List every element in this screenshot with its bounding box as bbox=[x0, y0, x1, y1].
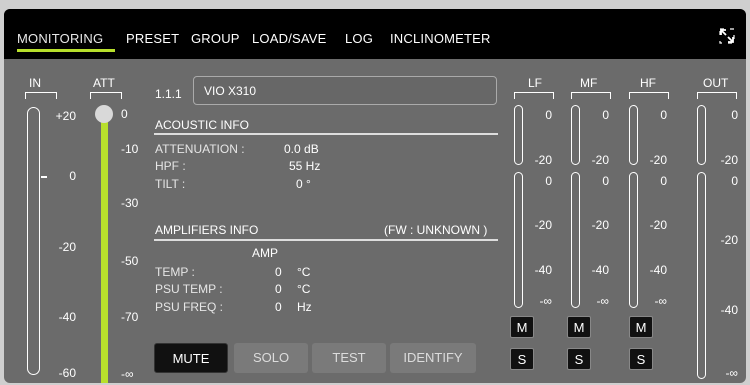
out-level-meter bbox=[697, 172, 706, 379]
out-tick: -20 bbox=[720, 233, 738, 247]
test-button[interactable]: TEST bbox=[312, 343, 386, 373]
in-tick: 0 bbox=[69, 169, 76, 183]
acoustic-divider bbox=[154, 133, 498, 135]
lf-tick: -∞ bbox=[539, 294, 552, 308]
mf-tick: -∞ bbox=[596, 294, 609, 308]
temp-value: 0 bbox=[275, 265, 282, 279]
tab-load-save[interactable]: LOAD/SAVE bbox=[252, 31, 327, 46]
in-tick: -40 bbox=[58, 310, 76, 324]
hf-tick: -∞ bbox=[654, 294, 667, 308]
psu-freq-label: PSU FREQ : bbox=[155, 300, 224, 314]
mf-tick: 0 bbox=[602, 108, 609, 122]
hf-tick: 0 bbox=[660, 174, 667, 188]
monitoring-window: MONITORING PRESET GROUP LOAD/SAVE LOG IN… bbox=[4, 9, 746, 383]
psu-temp-label: PSU TEMP : bbox=[155, 282, 223, 296]
out-tick: 0 bbox=[731, 174, 738, 188]
solo-button[interactable]: SOLO bbox=[234, 343, 308, 373]
tab-inclinometer[interactable]: INCLINOMETER bbox=[390, 31, 491, 46]
mf-tick: -40 bbox=[591, 263, 609, 277]
mf-label: MF bbox=[580, 76, 598, 90]
att-bracket bbox=[90, 92, 122, 99]
lf-tick: -20 bbox=[534, 153, 552, 167]
mf-output-meter bbox=[571, 172, 580, 308]
hf-solo-button[interactable]: S bbox=[629, 348, 653, 370]
expand-icon[interactable] bbox=[718, 27, 736, 45]
tab-log[interactable]: LOG bbox=[345, 31, 373, 46]
attenuation-label: ATTENUATION : bbox=[155, 142, 245, 156]
out-tick: -20 bbox=[720, 153, 738, 167]
tilt-value: 0 ° bbox=[296, 177, 311, 191]
hf-tick: -40 bbox=[649, 263, 667, 277]
lf-output-meter bbox=[514, 172, 523, 308]
lf-solo-button[interactable]: S bbox=[510, 348, 534, 370]
lf-tick: -40 bbox=[534, 263, 552, 277]
out-input-meter bbox=[697, 105, 706, 165]
in-tick: +20 bbox=[55, 109, 76, 123]
in-level-meter bbox=[27, 107, 40, 375]
psu-freq-unit: Hz bbox=[297, 300, 312, 314]
att-label: ATT bbox=[93, 76, 115, 90]
hf-tick: -20 bbox=[649, 218, 667, 232]
in-tick: -20 bbox=[58, 240, 76, 254]
att-tick: -50 bbox=[121, 254, 139, 268]
tab-group[interactable]: GROUP bbox=[191, 31, 240, 46]
tab-preset[interactable]: PRESET bbox=[126, 31, 179, 46]
att-tick: 0 bbox=[121, 107, 128, 121]
amplifiers-info-title: AMPLIFIERS INFO bbox=[155, 223, 259, 237]
mf-bracket bbox=[571, 92, 611, 99]
top-tab-bar: MONITORING PRESET GROUP LOAD/SAVE LOG IN… bbox=[4, 9, 746, 59]
mute-button[interactable]: MUTE bbox=[154, 343, 228, 373]
out-meter-label: OUT bbox=[703, 76, 729, 90]
mf-solo-button[interactable]: S bbox=[567, 348, 591, 370]
att-tick: -∞ bbox=[121, 367, 134, 381]
att-slider-handle[interactable] bbox=[95, 105, 113, 123]
att-tick: -30 bbox=[121, 196, 139, 210]
speaker-id: 1.1.1 bbox=[155, 87, 182, 101]
active-tab-indicator bbox=[17, 49, 115, 52]
psu-freq-value: 0 bbox=[275, 300, 282, 314]
tilt-label: TILT : bbox=[155, 177, 186, 191]
mf-tick: 0 bbox=[602, 174, 609, 188]
identify-button[interactable]: IDENTIFY bbox=[390, 343, 476, 373]
speaker-name-field[interactable]: VIO X310 bbox=[193, 76, 497, 105]
amp-column-header: AMP bbox=[252, 246, 279, 260]
lf-tick: 0 bbox=[545, 108, 552, 122]
lf-tick: 0 bbox=[545, 174, 552, 188]
hf-tick: -20 bbox=[649, 153, 667, 167]
out-tick: 0 bbox=[731, 108, 738, 122]
tab-monitoring[interactable]: MONITORING bbox=[17, 31, 103, 46]
att-tick: -70 bbox=[121, 310, 139, 324]
in-bracket bbox=[25, 92, 57, 99]
in-tick: -60 bbox=[58, 366, 76, 380]
out-tick: -40 bbox=[720, 303, 738, 317]
speaker-name: VIO X310 bbox=[204, 84, 257, 98]
mf-tick: -20 bbox=[591, 153, 609, 167]
att-slider-track[interactable] bbox=[101, 117, 108, 383]
firmware-status: (FW : UNKNOWN ) bbox=[384, 223, 488, 237]
psu-temp-unit: °C bbox=[297, 282, 311, 296]
temp-unit: °C bbox=[297, 265, 311, 279]
mf-tick: -20 bbox=[591, 218, 609, 232]
in-meter-label: IN bbox=[29, 76, 41, 90]
hpf-value: 55 Hz bbox=[289, 159, 321, 173]
out-tick: -∞ bbox=[725, 366, 738, 380]
hf-bracket bbox=[629, 92, 669, 99]
hf-mute-button[interactable]: M bbox=[629, 316, 653, 338]
hpf-label: HPF : bbox=[155, 159, 186, 173]
temp-label: TEMP : bbox=[155, 265, 195, 279]
hf-label: HF bbox=[640, 76, 656, 90]
attenuation-value: 0.0 dB bbox=[284, 142, 319, 156]
att-tick: -10 bbox=[121, 142, 139, 156]
mf-mute-button[interactable]: M bbox=[567, 316, 591, 338]
out-bracket bbox=[697, 92, 737, 99]
hf-output-meter bbox=[629, 172, 638, 308]
amplifiers-divider bbox=[154, 239, 498, 241]
acoustic-info-title: ACOUSTIC INFO bbox=[155, 118, 250, 132]
lf-mute-button[interactable]: M bbox=[510, 316, 534, 338]
lf-tick: -20 bbox=[534, 218, 552, 232]
lf-label: LF bbox=[528, 76, 543, 90]
psu-temp-value: 0 bbox=[275, 282, 282, 296]
hf-tick: 0 bbox=[660, 108, 667, 122]
lf-bracket bbox=[514, 92, 554, 99]
